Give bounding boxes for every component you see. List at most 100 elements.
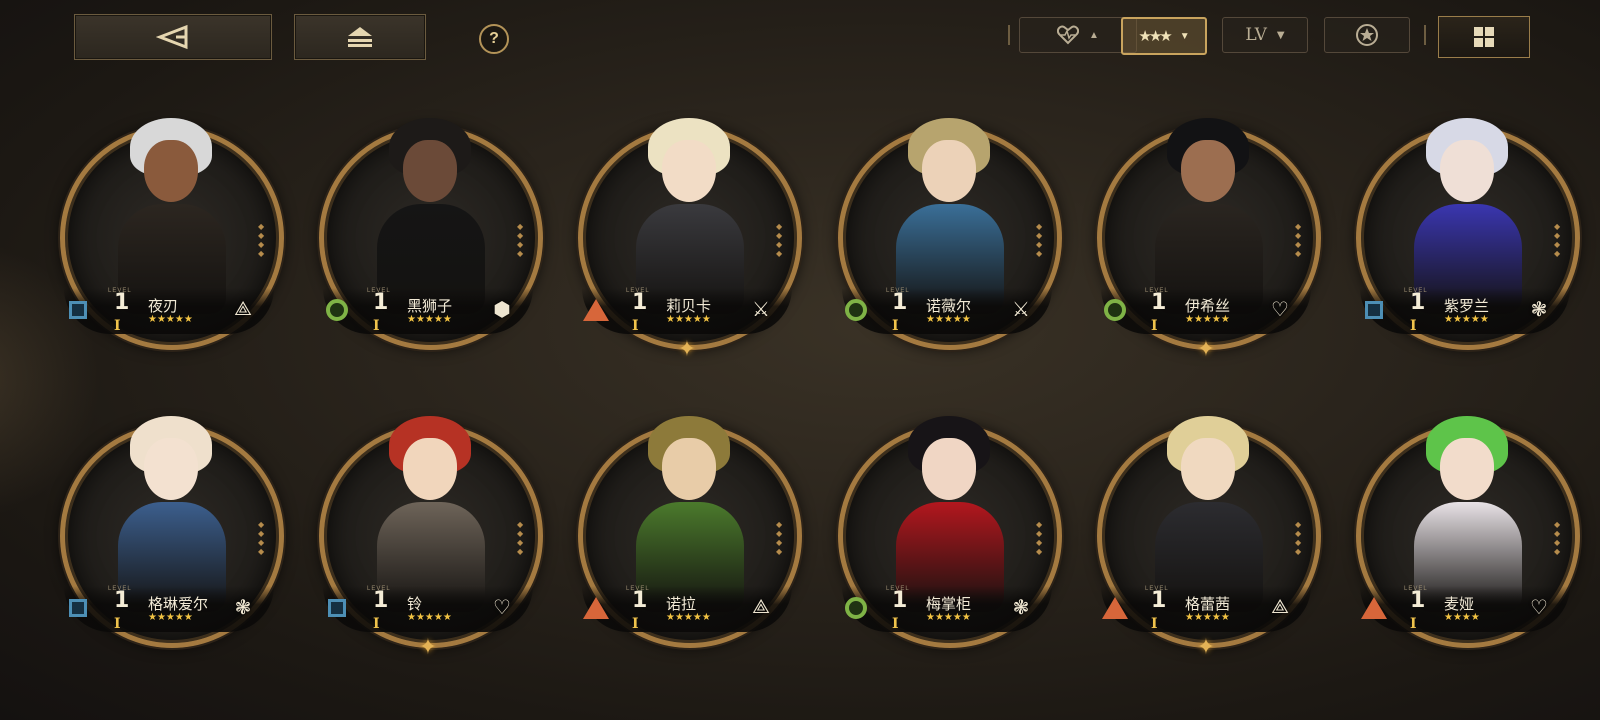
character-card[interactable]: ◆ ◆ ◆ ◆ LEVEL 1 I 夜刃 ★★★★★ ⟁	[52, 112, 288, 350]
character-rank: I	[892, 318, 899, 334]
back-triangle-icon	[156, 24, 188, 50]
spike-icon: ⟁	[234, 297, 252, 320]
character-card[interactable]: ◆ ◆ ◆ ◆ LEVEL 1 I 黑狮子 ★★★★★ ⬢	[311, 112, 547, 350]
heart-icon: ♡	[493, 596, 511, 619]
side-rank-marks: ◆ ◆ ◆ ◆	[1554, 222, 1561, 258]
character-level: 1	[892, 588, 908, 613]
character-face	[662, 438, 716, 500]
rarity-stars: ★★★★	[1444, 612, 1480, 623]
character-card[interactable]: ◆ ◆ ◆ ◆ LEVEL 1 I 莉贝卡 ★★★★★ ⚔ ✦	[570, 112, 806, 361]
toolbar-divider	[1424, 25, 1426, 45]
character-name: 麦娅	[1444, 595, 1475, 613]
character-rank: I	[373, 616, 380, 632]
character-level: 1	[114, 290, 130, 315]
grid-view-button[interactable]	[1438, 16, 1530, 58]
heart-icon	[1057, 25, 1080, 45]
triangle-element-icon	[582, 594, 610, 622]
character-name: 黑狮子	[407, 297, 453, 315]
rarity-stars: ★★★★★	[666, 612, 711, 623]
toolbar-divider	[1008, 25, 1010, 45]
side-rank-marks: ◆ ◆ ◆ ◆	[776, 222, 783, 258]
level-filter[interactable]: LV ▼	[1222, 17, 1308, 53]
grid-view-icon	[1474, 27, 1494, 47]
help-button[interactable]: ?	[479, 24, 509, 54]
rarity-stars: ★★★★★	[407, 314, 452, 325]
character-level: 1	[373, 588, 389, 613]
star-filter[interactable]	[1324, 17, 1410, 53]
character-card[interactable]: ◆ ◆ ◆ ◆ LEVEL 1 I 紫罗兰 ★★★★★ ❃	[1348, 112, 1584, 350]
swords-icon: ⚔	[752, 298, 770, 321]
side-rank-marks: ◆ ◆ ◆ ◆	[1036, 222, 1043, 258]
character-face	[144, 140, 198, 202]
circle-element-icon	[323, 296, 351, 324]
rarity-stars: ★★★★★	[1185, 612, 1230, 623]
character-rank: I	[632, 318, 639, 334]
character-name: 诺薇尔	[926, 297, 972, 315]
triangle-element-icon	[582, 296, 610, 324]
flower-icon: ❃	[1530, 298, 1548, 321]
rarity-stars: ★★★★★	[148, 314, 193, 325]
character-card[interactable]: ◆ ◆ ◆ ◆ LEVEL 1 I 诺薇尔 ★★★★★ ⚔	[830, 112, 1066, 350]
hex-icon: ⬢	[493, 298, 511, 321]
sparkle-icon: ✦	[677, 336, 697, 361]
character-face	[922, 140, 976, 202]
character-rank: I	[1151, 616, 1158, 632]
character-level: 1	[892, 290, 908, 315]
character-card[interactable]: ◆ ◆ ◆ ◆ LEVEL 1 I 格蕾茜 ★★★★★ ⟁ ✦	[1089, 410, 1325, 659]
character-card[interactable]: ◆ ◆ ◆ ◆ LEVEL 1 I 梅掌柜 ★★★★★ ❃	[830, 410, 1066, 648]
favorite-filter[interactable]: ▲	[1019, 17, 1137, 53]
collapse-button[interactable]	[294, 14, 426, 60]
rarity-stars: ★★★★★	[1444, 314, 1489, 325]
star-circle-icon	[1356, 24, 1378, 46]
square-element-icon	[323, 594, 351, 622]
character-name: 夜刃	[148, 297, 179, 315]
side-rank-marks: ◆ ◆ ◆ ◆	[1554, 520, 1561, 556]
side-rank-marks: ◆ ◆ ◆ ◆	[517, 222, 524, 258]
square-element-icon	[64, 594, 92, 622]
circle-element-icon	[842, 296, 870, 324]
sparkle-icon: ✦	[1196, 336, 1216, 361]
heart-icon: ♡	[1271, 298, 1289, 321]
character-card[interactable]: ◆ ◆ ◆ ◆ LEVEL 1 I 伊希丝 ★★★★★ ♡ ✦	[1089, 112, 1325, 361]
character-card[interactable]: ◆ ◆ ◆ ◆ LEVEL 1 I 铃 ★★★★★ ♡ ✦	[311, 410, 547, 659]
character-level: 1	[1151, 290, 1167, 315]
character-rank: I	[1151, 318, 1158, 334]
square-element-icon	[1360, 296, 1388, 324]
side-rank-marks: ◆ ◆ ◆ ◆	[258, 222, 265, 258]
character-level: 1	[1410, 290, 1426, 315]
character-rank: I	[114, 318, 121, 334]
circle-element-icon	[1101, 296, 1129, 324]
side-rank-marks: ◆ ◆ ◆ ◆	[517, 520, 524, 556]
character-level: 1	[632, 588, 648, 613]
heart-icon: ♡	[1530, 596, 1548, 619]
sparkle-icon: ✦	[418, 634, 438, 659]
character-face	[1181, 438, 1235, 500]
character-name: 格琳爱尔	[148, 595, 209, 613]
side-rank-marks: ◆ ◆ ◆ ◆	[258, 520, 265, 556]
character-level: 1	[373, 290, 389, 315]
character-card[interactable]: ◆ ◆ ◆ ◆ LEVEL 1 I 格琳爱尔 ★★★★★ ❃	[52, 410, 288, 648]
rarity-stars: ★★★★★	[1185, 314, 1230, 325]
sparkle-icon: ✦	[1196, 634, 1216, 659]
dropdown-caret-icon: ▼	[1179, 30, 1190, 42]
rarity-stars: ★★★★★	[407, 612, 452, 623]
back-button[interactable]	[74, 14, 272, 60]
character-name: 莉贝卡	[666, 297, 712, 315]
circle-element-icon	[842, 594, 870, 622]
character-face	[144, 438, 198, 500]
rarity-stars: ★★★★★	[148, 612, 193, 623]
character-rank: I	[114, 616, 121, 632]
triangle-element-icon	[1101, 594, 1129, 622]
flower-icon: ❃	[1012, 596, 1030, 619]
character-face	[922, 438, 976, 500]
sort-caret-icon: ▲	[1089, 29, 1099, 41]
character-name: 伊希丝	[1185, 297, 1231, 315]
character-card[interactable]: ◆ ◆ ◆ ◆ LEVEL 1 I 诺拉 ★★★★★ ⟁	[570, 410, 806, 648]
spike-icon: ⟁	[752, 595, 770, 618]
character-name: 铃	[407, 595, 423, 613]
character-card[interactable]: ◆ ◆ ◆ ◆ LEVEL 1 I 麦娅 ★★★★ ♡	[1348, 410, 1584, 648]
rarity-filter[interactable]: ★★★ ▼	[1121, 17, 1207, 55]
character-rank: I	[373, 318, 380, 334]
eject-icon	[348, 27, 372, 47]
character-rank: I	[632, 616, 639, 632]
